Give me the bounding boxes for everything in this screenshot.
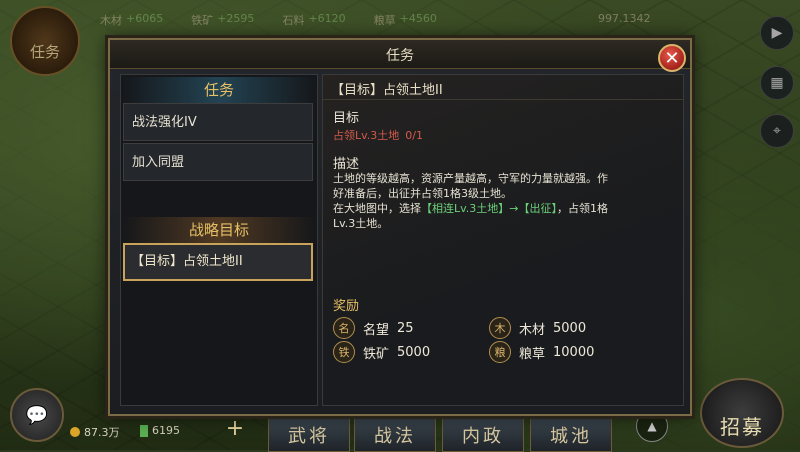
section-header-strategy: 战略目标 [121,217,317,243]
close-icon[interactable]: ✕ [658,44,686,72]
task-detail-panel: 【目标】占领土地II 目标 占领Lv.3土地 0/1 描述 土地的等级越高，资源产… [322,74,684,406]
task-modal: 任务 ✕ 任务 战法强化IV 加入同盟 战略目标 【目标】占领土地II 【目标】… [108,38,692,416]
add-button[interactable]: + [224,418,246,440]
tab-internal-affairs[interactable]: 内政 [442,418,524,452]
section-header-tasks: 任务 [121,77,317,103]
reward-wood: 木木材 5000 [489,317,586,339]
food-icon: 粮 [489,341,511,363]
task-item[interactable]: 加入同盟 [123,143,313,181]
tab-generals[interactable]: 武将 [268,418,350,452]
gold-stat: 87.3万 [70,424,120,440]
description-text: 土地的等级越高，资源产量越高，守军的力量就越强。作好准备后，出征并占领1格3级土… [333,172,608,230]
goal-requirement: 占领Lv.3土地 0/1 [333,129,423,142]
reward-food: 粮粮草 10000 [489,341,594,363]
reward-iron: 铁铁矿 5000 [333,341,430,363]
strategy-goal-item-selected[interactable]: 【目标】占领土地II [123,243,313,281]
food-icon [140,424,148,437]
task-item[interactable]: 战法强化IV [123,103,313,141]
reward-prestige: 名名望 25 [333,317,414,339]
detail-title: 【目标】占领土地II [331,83,443,98]
modal-header: 任务 [110,40,690,69]
goal-progress: 0/1 [405,129,423,142]
task-list-panel: 任务 战法强化IV 加入同盟 战略目标 【目标】占领土地II [120,74,318,406]
modal-title: 任务 [386,48,414,64]
iron-icon: 铁 [333,341,355,363]
food-stat: 6195 [140,424,180,437]
description-label: 描述 [333,157,360,172]
divider [323,99,683,100]
description-highlight: 【相连Lv.3土地】→【出征】 [421,202,557,215]
tab-city[interactable]: 城池 [530,418,612,452]
goal-label: 目标 [333,111,360,126]
prestige-icon: 名 [333,317,355,339]
chat-icon: 💬 [25,404,49,426]
chat-button[interactable]: 💬 [10,388,64,442]
recruit-button[interactable]: 招募 [700,378,784,448]
reward-label: 奖励 [333,299,360,314]
wood-icon: 木 [489,317,511,339]
tab-tactics[interactable]: 战法 [354,418,436,452]
gold-icon [70,427,80,437]
